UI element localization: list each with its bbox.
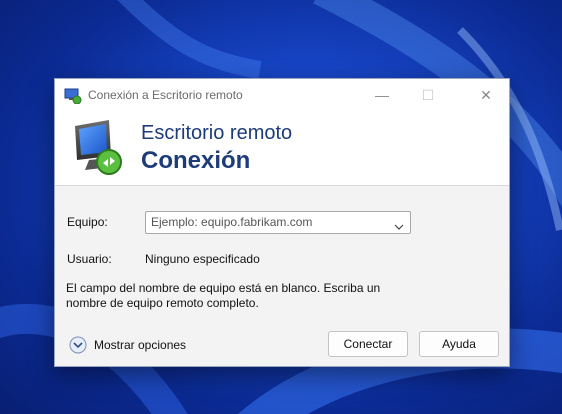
validation-message: El campo del nombre de equipo está en bl… <box>66 281 381 310</box>
remote-desktop-icon <box>69 118 129 185</box>
rdp-dialog: Conexión a Escritorio remoto — ☐ ✕ Escri… <box>54 78 510 367</box>
title-bar[interactable]: Conexión a Escritorio remoto — ☐ ✕ <box>55 79 509 112</box>
computer-placeholder: Ejemplo: equipo.fabrikam.com <box>151 215 313 229</box>
banner-title: Escritorio remoto <box>141 122 293 144</box>
computer-combobox[interactable]: Ejemplo: equipo.fabrikam.com <box>145 211 411 234</box>
header-banner: Escritorio remoto Conexión <box>55 112 509 186</box>
show-options-link[interactable]: Mostrar opciones <box>94 338 186 352</box>
chevron-down-circle-icon[interactable] <box>69 336 87 359</box>
connect-button[interactable]: Conectar <box>328 331 408 357</box>
chevron-down-icon[interactable] <box>394 218 404 236</box>
close-button[interactable]: ✕ <box>463 79 509 112</box>
banner-subtitle: Conexión <box>141 147 251 174</box>
user-label: Usuario: <box>67 252 112 266</box>
window-title: Conexión a Escritorio remoto <box>88 88 243 102</box>
user-value: Ninguno especificado <box>145 252 260 266</box>
remote-desktop-icon <box>64 88 82 105</box>
maximize-button[interactable]: ☐ <box>405 79 451 112</box>
minimize-button[interactable]: — <box>359 79 405 112</box>
computer-label: Equipo: <box>67 215 108 229</box>
help-button[interactable]: Ayuda <box>419 331 499 357</box>
